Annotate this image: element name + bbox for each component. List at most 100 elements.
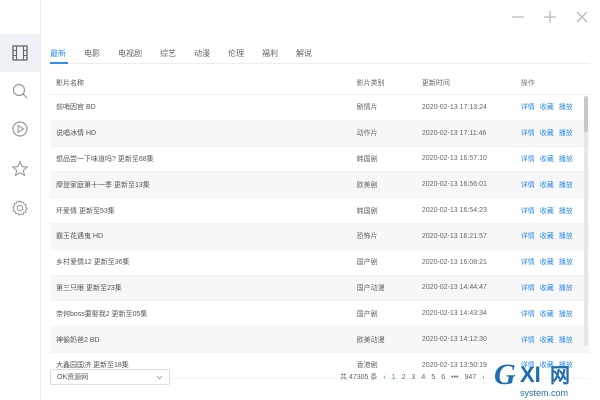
play-button[interactable]: 播放: [559, 180, 573, 190]
row-actions: 详情 收藏 播放: [521, 283, 590, 293]
table-row[interactable]: 想品尝一下味道吗? 更新至68集 韩国剧 2020-02-13 16:57:10 详情…: [50, 147, 590, 173]
row-category: 韩国剧: [356, 207, 378, 215]
favorite-button[interactable]: 收藏: [540, 180, 554, 190]
play-button[interactable]: 播放: [559, 335, 573, 345]
favorite-button[interactable]: 收藏: [540, 206, 554, 216]
detail-button[interactable]: 详情: [521, 309, 535, 319]
play-button[interactable]: 播放: [559, 309, 573, 319]
next-page-button[interactable]: ›: [482, 374, 484, 381]
row-title: 乡村爱情12 更新至36集: [56, 259, 130, 267]
play-button[interactable]: 播放: [559, 257, 573, 267]
header-ops: 操作: [520, 80, 535, 87]
row-actions: 详情 收藏 播放: [521, 102, 590, 112]
table-row[interactable]: 坏爱情 更新至53集 韩国剧 2020-02-13 16:54:23 详情 收藏 播放: [50, 198, 590, 224]
sidebar-item-search[interactable]: [0, 72, 40, 110]
table-row[interactable]: 第三只眼 更新至23集 国产动漫 2020-02-13 14:44:47 详情 收藏 播放: [50, 275, 590, 302]
page-4[interactable]: 4: [421, 374, 425, 381]
page-5[interactable]: 5: [431, 374, 435, 381]
page-ellipsis[interactable]: •••: [451, 374, 458, 381]
row-updated-time: 2020-02-13 16:54:23: [421, 207, 487, 215]
row-updated-time: 2020-02-13 16:21:57: [421, 232, 487, 240]
detail-button[interactable]: 详情: [521, 128, 535, 138]
row-category: 韩国剧: [356, 155, 378, 163]
star-icon: [11, 160, 29, 177]
table-row[interactable]: 奈何boss要娶我2 更新至05集 国产剧 2020-02-13 14:43:34 详…: [50, 301, 590, 328]
page-1[interactable]: 1: [392, 374, 396, 381]
minimize-button[interactable]: [509, 8, 527, 26]
sidebar-item-favorites[interactable]: [0, 150, 40, 188]
table-row[interactable]: 摩登家庭第十一季 更新至13集 欧美剧 2020-02-13 16:56:01 详情收…: [50, 172, 590, 199]
favorite-button[interactable]: 收藏: [540, 283, 554, 293]
maximize-button[interactable]: [541, 8, 559, 26]
source-select[interactable]: OK资源网: [50, 369, 170, 385]
row-updated-time: 2020-02-13 17:11:46: [421, 129, 487, 137]
tab-anime[interactable]: 动漫: [194, 48, 219, 64]
minus-icon: [512, 16, 524, 18]
row-title: 坏爱情 更新至53集: [56, 207, 115, 215]
table-row[interactable]: 神偷奶爸2 BD 欧美动漫 2020-02-13 14:12:30 详情 收藏 播放: [50, 327, 590, 353]
play-button[interactable]: 播放: [559, 206, 573, 216]
tab-ethics[interactable]: 伦理: [228, 48, 253, 64]
tab-variety[interactable]: 综艺: [160, 48, 185, 64]
page-6[interactable]: 6: [441, 374, 445, 381]
tab-divider: [50, 63, 590, 64]
play-button[interactable]: 播放: [559, 283, 573, 293]
detail-button[interactable]: 详情: [521, 154, 535, 164]
play-button[interactable]: 播放: [559, 154, 573, 164]
favorite-button[interactable]: 收藏: [540, 231, 554, 241]
row-title: 想品尝一下味道吗? 更新至68集: [56, 155, 154, 163]
prev-page-button[interactable]: ‹: [383, 374, 385, 381]
favorite-button[interactable]: 收藏: [540, 102, 554, 112]
row-actions: 详情 收藏 播放: [521, 309, 590, 319]
favorite-button[interactable]: 收藏: [540, 128, 554, 138]
row-category: 欧美剧: [356, 181, 378, 189]
tab-commentary[interactable]: 解说: [296, 48, 321, 64]
detail-button[interactable]: 详情: [521, 102, 535, 112]
table-row[interactable]: 乡村爱情12 更新至36集 国产剧 2020-02-13 16:08:21 详情 收藏播…: [50, 250, 590, 276]
detail-button[interactable]: 详情: [521, 257, 535, 267]
table-row[interactable]: 霸王花遇鬼 HD 恐怖片 2020-02-13 16:21:57 详情 收藏 播放: [50, 223, 590, 250]
sidebar-item-settings[interactable]: [0, 189, 40, 227]
detail-button[interactable]: 详情: [521, 180, 535, 190]
svg-text:system.com: system.com: [520, 388, 568, 398]
favorite-button[interactable]: 收藏: [540, 154, 554, 164]
scrollbar-thumb[interactable]: [584, 96, 588, 132]
tab-welfare[interactable]: 福利: [262, 48, 287, 64]
page-3[interactable]: 3: [412, 374, 416, 381]
gear-icon: [12, 199, 28, 216]
row-title: 说唱冰情 HD: [56, 130, 97, 138]
favorite-button[interactable]: 收藏: [540, 335, 554, 345]
row-title: 神偷奶爸2 BD: [56, 336, 100, 344]
page-2[interactable]: 2: [402, 374, 406, 381]
row-title: 摩登家庭第十一季 更新至13集: [56, 181, 150, 189]
play-button[interactable]: 播放: [559, 102, 573, 112]
tab-tv[interactable]: 电视剧: [118, 48, 151, 64]
video-table: 影片名称 影片类别 更新时间 操作 前哨因官 BD 剧情片 2020-02-13 1…: [50, 72, 590, 379]
table-row[interactable]: 说唱冰情 HD 动作片 2020-02-13 17:11:46 详情 收藏 播放: [50, 120, 590, 147]
detail-button[interactable]: 详情: [521, 283, 535, 293]
detail-button[interactable]: 详情: [521, 206, 535, 216]
table-header: 影片名称 影片类别 更新时间 操作: [50, 72, 590, 95]
row-actions: 详情 收藏 播放: [521, 231, 590, 241]
close-button[interactable]: [573, 8, 591, 26]
sidebar-item-play[interactable]: [0, 110, 40, 148]
favorite-button[interactable]: 收藏: [540, 257, 554, 267]
row-updated-time: 2020-02-13 14:43:34: [421, 310, 487, 318]
row-title: 第三只眼 更新至23集: [56, 284, 122, 292]
page-last[interactable]: 947: [465, 374, 477, 381]
favorite-button[interactable]: 收藏: [540, 309, 554, 319]
row-updated-time: 2020-02-13 17:13:24: [421, 103, 487, 111]
table-scrollbar[interactable]: [584, 96, 588, 346]
chevron-down-icon: [156, 375, 163, 379]
table-row[interactable]: 前哨因官 BD 剧情片 2020-02-13 17:13:24 详情 收藏 播放: [50, 95, 590, 121]
row-category: 欧美动漫: [356, 336, 385, 344]
play-button[interactable]: 播放: [559, 128, 573, 138]
detail-button[interactable]: 详情: [521, 231, 535, 241]
detail-button[interactable]: 详情: [521, 335, 535, 345]
tab-movie[interactable]: 电影: [84, 48, 109, 64]
row-updated-time: 2020-02-13 16:56:01: [421, 181, 487, 189]
play-button[interactable]: 播放: [559, 231, 573, 241]
category-tabs: 最新 电影 电视剧 综艺 动漫 伦理 福利 解说: [50, 48, 330, 64]
sidebar-item-movies[interactable]: [0, 34, 40, 72]
header-type: 影片类别: [356, 80, 385, 87]
